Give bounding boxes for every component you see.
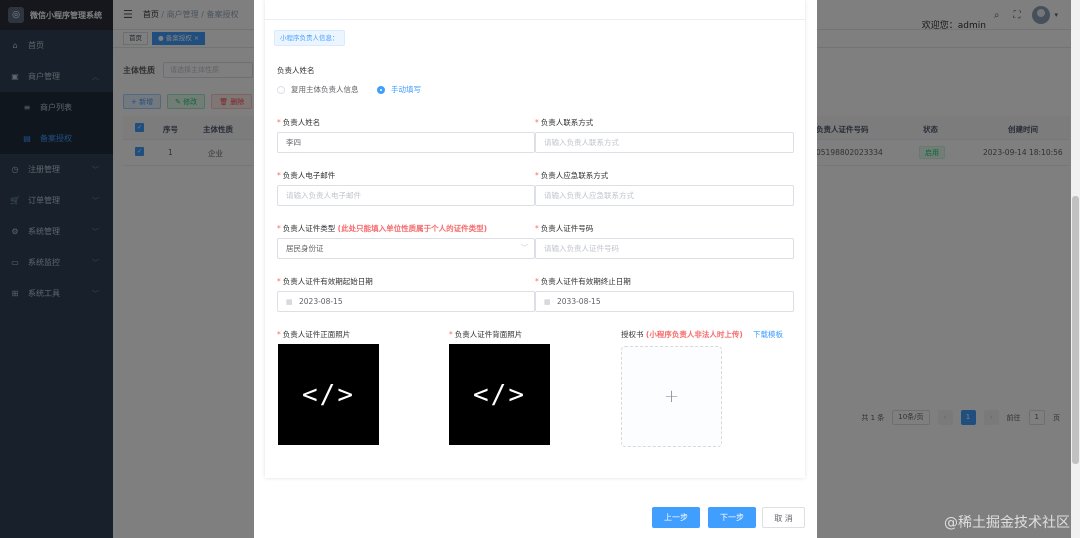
auth-note: (小程序负责人非法人时上传) [645,330,743,339]
auth-label: 授权书 (小程序负责人非法人时上传) [621,330,743,339]
back-photo-preview[interactable]: </> [449,344,550,445]
back-photo-label: * 负责人证件背面照片 [449,330,523,339]
idtype-label: * 负责人证件类型 (此处只能填入单位性质属于个人的证件类型) [277,224,487,233]
radio-circle [377,85,385,94]
filing-dialog: 小程序负责人信息： 负责人姓名 复用主体负责人信息 手动填写 * 负责人姓名 李四… [254,0,817,538]
radio-circle [277,85,285,94]
section-tag: 小程序负责人信息： [274,30,345,46]
idno-input[interactable]: 请输入负责人证件号码 [535,238,794,259]
chevron-down-icon: ﹀ [521,244,528,252]
front-photo-label: * 负责人证件正面照片 [277,330,351,339]
email-input[interactable]: 请输入负责人电子邮件 [277,185,535,206]
cancel-button[interactable]: 取 消 [762,507,805,528]
idtype-note: (此处只能填入单位性质属于个人的证件类型) [337,224,487,233]
radio-label: 复用主体负责人信息 [291,85,359,94]
start-date-picker[interactable]: ▦ 2023-08-15 [277,291,535,312]
email-label: * 负责人电子邮件 [277,171,336,180]
name-label: * 负责人姓名 [277,118,321,127]
code-icon: </> [473,379,526,410]
contact-input[interactable]: 请输入负责人联系方式 [535,132,794,153]
end-date-value: 2033-08-15 [557,297,601,306]
start-date-value: 2023-08-15 [299,297,343,306]
watermark: @稀土掘金技术社区 [944,515,1070,531]
emergency-input[interactable]: 请输入负责人应急联系方式 [535,185,794,206]
plus-icon: + [663,386,680,407]
name-group-label: 负责人姓名 [277,66,315,75]
radio-reuse[interactable]: 复用主体负责人信息 [277,84,359,95]
end-date-label: * 负责人证件有效期终止日期 [535,277,631,286]
code-icon: </> [302,379,355,410]
idtype-select[interactable]: 居民身份证 ﹀ [277,238,535,259]
emergency-label: * 负责人应急联系方式 [535,171,609,180]
dialog-card: 小程序负责人信息： 负责人姓名 复用主体负责人信息 手动填写 * 负责人姓名 李四… [265,0,805,478]
contact-label: * 负责人联系方式 [535,118,594,127]
radio-label: 手动填写 [391,85,421,94]
dialog-top-strip [265,0,805,20]
next-step-button[interactable]: 下一步 [708,507,756,528]
calendar-icon: ▦ [286,298,293,306]
end-date-picker[interactable]: ▦ 2033-08-15 [535,291,794,312]
scrollbar-thumb[interactable] [1072,196,1079,464]
page-scrollbar[interactable] [1071,0,1080,538]
auth-upload[interactable]: + [621,346,722,447]
download-template-link[interactable]: 下载模板 [753,329,783,340]
front-photo-preview[interactable]: </> [278,344,379,445]
start-date-label: * 负责人证件有效期起始日期 [277,277,373,286]
calendar-icon: ▦ [544,298,551,306]
radio-manual[interactable]: 手动填写 [377,84,421,95]
prev-step-button[interactable]: 上一步 [652,507,700,528]
idtype-value: 居民身份证 [286,244,324,253]
name-input[interactable]: 李四 [277,132,535,153]
idno-label: * 负责人证件号码 [535,224,594,233]
